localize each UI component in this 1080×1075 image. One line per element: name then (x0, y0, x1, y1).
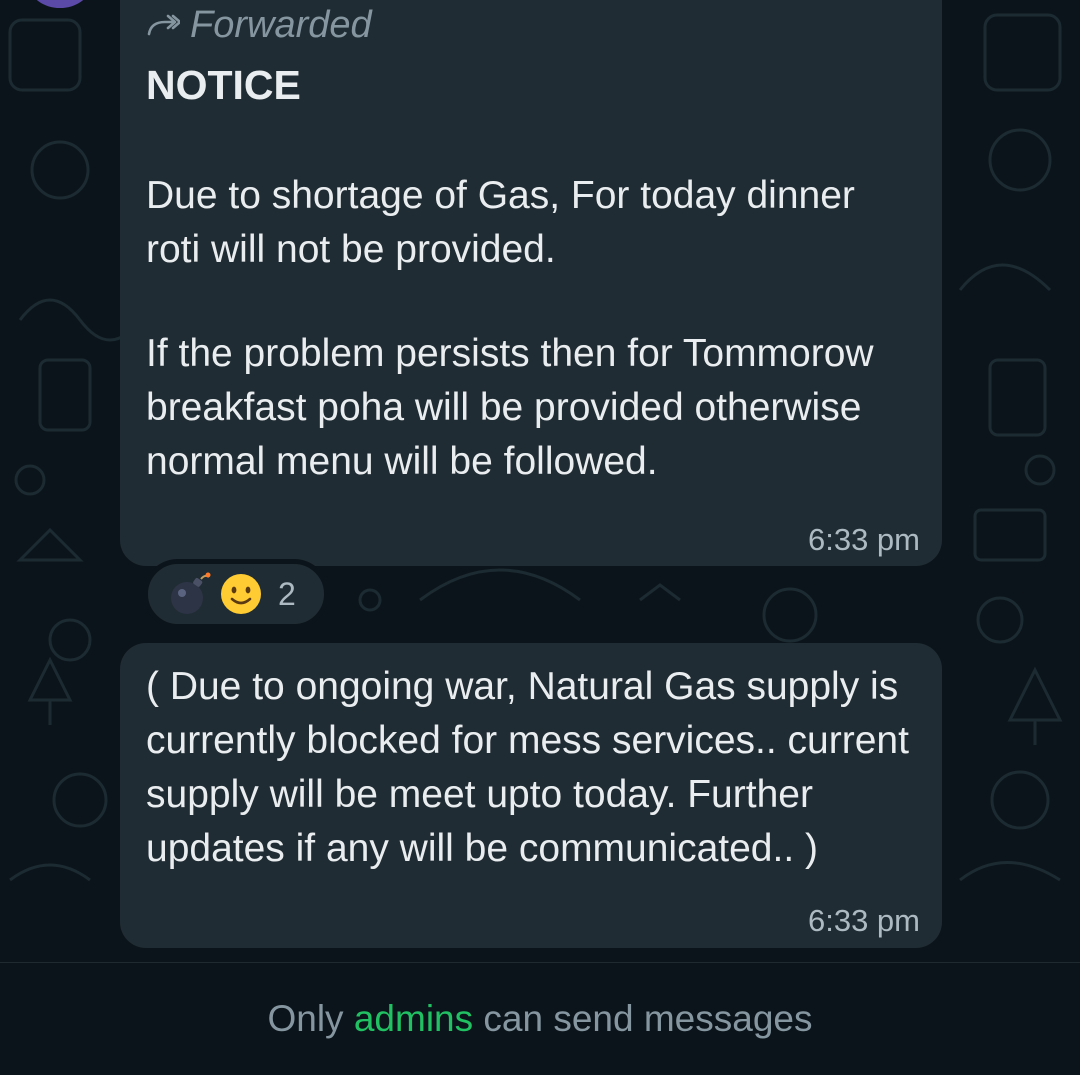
smiling-face-emoji-icon (221, 574, 261, 614)
reaction-count: 2 (278, 575, 296, 612)
message-paragraph: If the problem persists then for Tommoro… (146, 332, 874, 483)
bomb-emoji-icon (171, 572, 211, 614)
forwarded-indicator: Forwarded (146, 4, 372, 47)
message-paragraph: Due to shortage of Gas, For today dinner… (146, 174, 855, 271)
message-timestamp: 6:33 pm (807, 903, 920, 938)
message-text: ( Due to ongoing war, Natural Gas supply… (146, 665, 909, 870)
notice-title: NOTICE (146, 62, 301, 108)
admin-only-footer: Only admins can send messages (0, 962, 1080, 1075)
message-reactions[interactable]: 2 (143, 559, 329, 629)
message-bubble-notice[interactable]: Forwarded NOTICE Due to shortage of Gas,… (120, 0, 942, 566)
message-bubble-update[interactable]: ( Due to ongoing war, Natural Gas supply… (120, 643, 942, 948)
message-timestamp: 6:33 pm (807, 522, 920, 557)
admins-link[interactable]: admins (354, 998, 473, 1040)
footer-prefix: Only (267, 998, 344, 1039)
forwarded-label: Forwarded (190, 4, 372, 46)
footer-suffix: can send messages (483, 998, 813, 1039)
forward-icon (147, 14, 180, 35)
